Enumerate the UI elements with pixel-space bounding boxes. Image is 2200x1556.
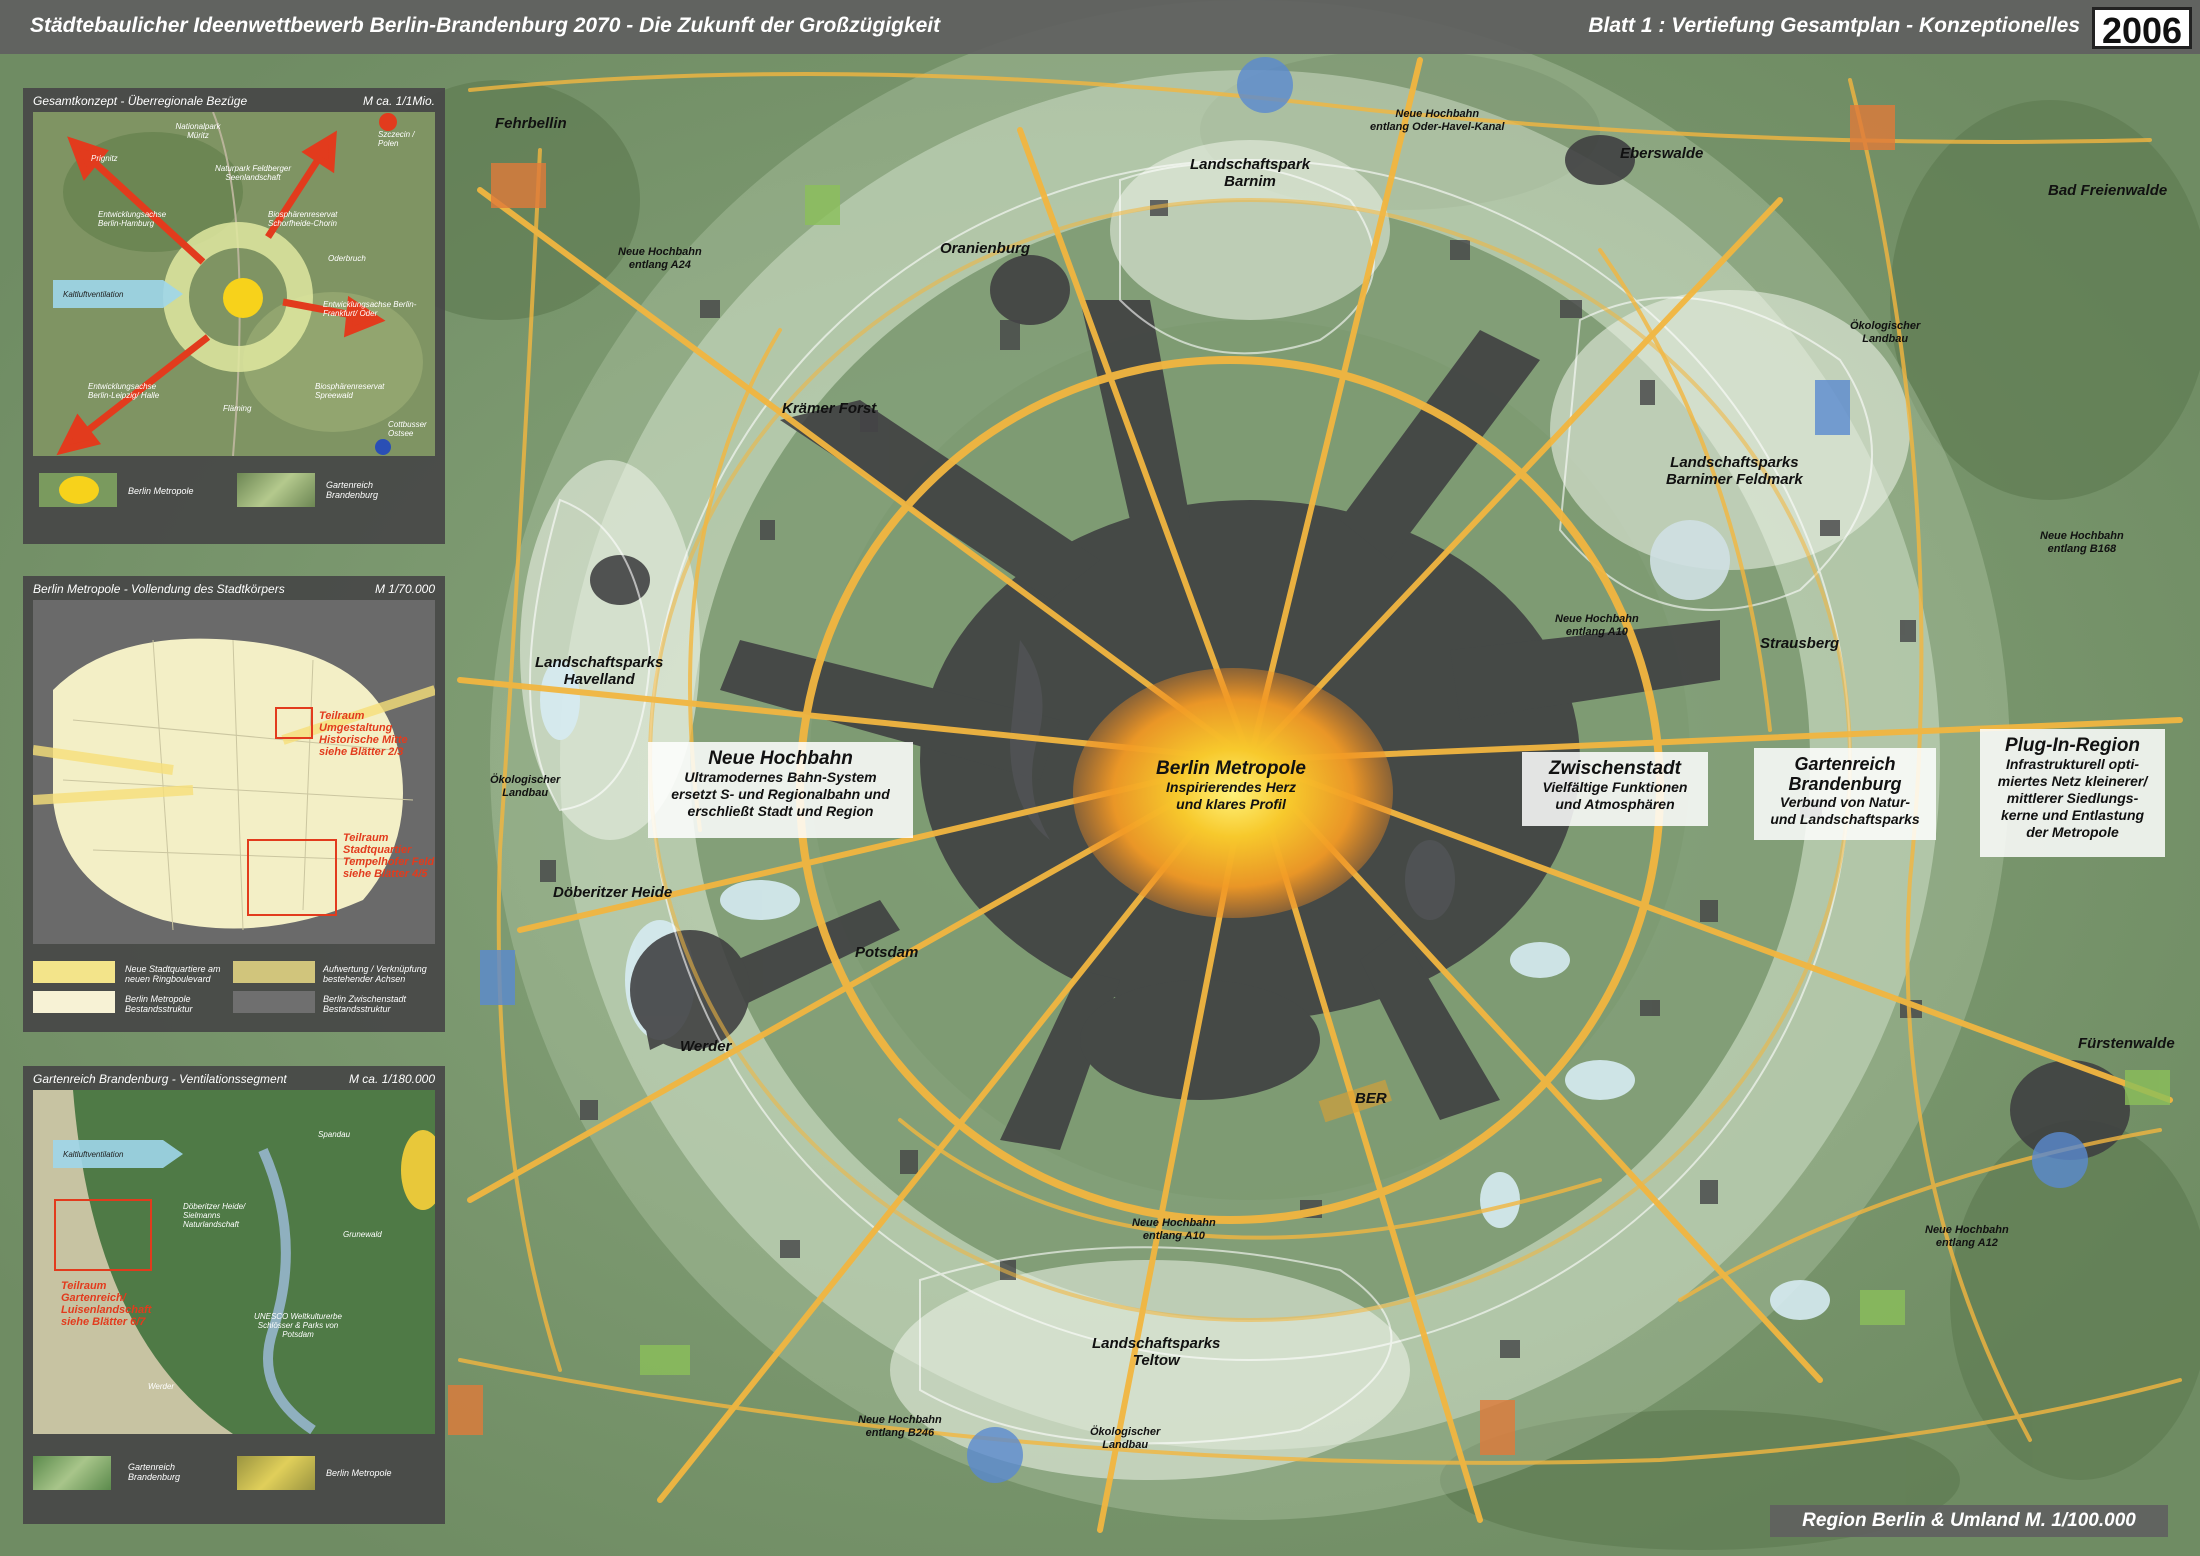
place-eberswalde: Eberswalde xyxy=(1620,145,1704,162)
legend-swatch-gartenreich xyxy=(33,1456,111,1490)
label-spreewald: Biosphärenreservat Spreewald xyxy=(315,382,385,400)
legend-swatch-neue-stadtquartiere xyxy=(33,961,115,983)
panel-gesamtkonzept: Gesamtkonzept - Überregionale Bezüge M c… xyxy=(23,88,445,544)
panel-scale: M 1/70.000 xyxy=(374,582,435,596)
label-hochbahn-b246: Neue Hochbahn entlang B246 xyxy=(858,1414,942,1439)
place-fehrbellin: Fehrbellin xyxy=(495,115,567,132)
panel-gartenreich: Gartenreich Brandenburg - Ventilationsse… xyxy=(23,1066,445,1524)
park-havelland: Landschaftsparks Havelland xyxy=(535,654,664,688)
inset-map-gesamtkonzept: Prignitz Nationalpark Müritz Naturpark F… xyxy=(33,112,435,456)
competition-title: Städtebaulicher Ideenwettbewerb Berlin-B… xyxy=(30,14,941,37)
panel-header: Gesamtkonzept - Überregionale Bezüge M c… xyxy=(33,94,435,108)
legend-swatch-metropole-bestand xyxy=(33,991,115,1013)
label-hochbahn-oder-havel: Neue Hochbahn entlang Oder-Havel-Kanal xyxy=(1370,108,1505,133)
label-hochbahn-a10-s: Neue Hochbahn entlang A10 xyxy=(1132,1217,1216,1242)
label-grunewald: Grunewald xyxy=(343,1230,382,1239)
label-hamburg: Entwicklungsachse Berlin-Hamburg xyxy=(98,210,167,228)
place-werder: Werder xyxy=(680,1038,732,1055)
label-mueritz: Nationalpark Müritz xyxy=(175,122,221,140)
panel-header: Gartenreich Brandenburg - Ventilationsse… xyxy=(33,1072,435,1086)
panel-scale: M ca. 1/180.000 xyxy=(348,1072,435,1086)
legend-swatch-zwischenstadt xyxy=(233,991,315,1013)
callout-luisenlandschaft: Teilraum Gartenreich/ Luisenlandschaft s… xyxy=(61,1280,152,1328)
label-kaltluft: Kaltluftventilation xyxy=(63,1150,124,1159)
callout-tempelhofer-feld: Teilraum Stadtquartier Tempelhofer Feld … xyxy=(343,832,435,880)
park-barnimer-feldmark: Landschaftsparks Barnimer Feldmark xyxy=(1666,454,1803,488)
legend-label-gartenreich: Gartenreich Brandenburg xyxy=(326,480,379,500)
legend-label-zwischenstadt: Berlin Zwischenstadt Bestandsstruktur xyxy=(323,994,407,1014)
place-bad-freienwalde: Bad Freienwalde xyxy=(2048,182,2168,199)
map-scale-footer: Region Berlin & Umland M. 1/100.000 xyxy=(1770,1505,2168,1537)
label-doeberitz: Döberitzer Heide/ Sielmanns Naturlandsch… xyxy=(183,1202,246,1229)
label-unesco: UNESCO Weltkulturerbe Schlösser & Parks … xyxy=(254,1312,342,1339)
label-spandau: Spandau xyxy=(318,1130,351,1139)
panel-scale: M ca. 1/1Mio. xyxy=(362,94,435,108)
park-barnim: Landschaftspark Barnim xyxy=(1190,156,1311,190)
legend-swatch-metropole xyxy=(237,1456,315,1490)
legend-label-gartenreich: Gartenreich Brandenburg xyxy=(128,1462,181,1482)
label-oeko-landbau-w: Ökologischer Landbau xyxy=(490,774,561,799)
label-feldberg: Naturpark Feldberger Seenlandschaft xyxy=(214,164,292,182)
place-kraemer-forst: Krämer Forst xyxy=(782,400,877,417)
panel-title: Gartenreich Brandenburg - Ventilationsse… xyxy=(33,1072,287,1086)
label-hochbahn-a24: Neue Hochbahn entlang A24 xyxy=(618,246,702,271)
legend-label-neue-stadtquartiere: Neue Stadtquartiere am neuen Ringboulevar… xyxy=(125,964,221,984)
panel-title: Gesamtkonzept - Überregionale Bezüge xyxy=(33,94,248,108)
place-ber: BER xyxy=(1355,1090,1387,1107)
label-hochbahn-a12: Neue Hochbahn entlang A12 xyxy=(1925,1224,2009,1249)
place-oranienburg: Oranienburg xyxy=(940,240,1031,257)
title-bar: Städtebaulicher Ideenwettbewerb Berlin-B… xyxy=(0,0,2200,54)
label-kaltluft: Kaltluftventilation xyxy=(63,290,124,299)
callout-berlin-metropole: Berlin Metropole Inspirierendes Herz und… xyxy=(1156,758,1306,812)
panel-header: Berlin Metropole - Vollendung des Stadtk… xyxy=(33,582,435,596)
place-doeberitzer-heide: Döberitzer Heide xyxy=(553,884,673,901)
place-strausberg: Strausberg xyxy=(1760,635,1840,652)
legend-swatch-gartenreich xyxy=(237,473,315,507)
label-werder: Werder xyxy=(148,1382,175,1391)
inset-map-gartenreich: Kaltluftventilation Spandau Döberitzer H… xyxy=(33,1090,435,1434)
legend-label-metropole: Berlin Metropole xyxy=(326,1468,392,1478)
label-oeko-landbau-ne: Ökologischer Landbau xyxy=(1850,320,1921,345)
label-leipzig: Entwicklungsachse Berlin-Leipzig/ Halle xyxy=(88,382,160,400)
label-schorfheide: Biosphärenreservat Schorfheide-Chorin xyxy=(268,210,338,228)
callout-gartenreich-brandenburg: Gartenreich Brandenburg Verbund von Natu… xyxy=(1754,748,1936,840)
label-cottbus: Cottbusser Ostsee xyxy=(388,420,427,438)
panel-berlin-metropole: Berlin Metropole - Vollendung des Stadtk… xyxy=(23,576,445,1032)
label-oeko-landbau-s: Ökologischer Landbau xyxy=(1090,1426,1161,1451)
label-oderbruch: Oderbruch xyxy=(328,254,366,263)
park-teltow: Landschaftsparks Teltow xyxy=(1092,1335,1221,1369)
inset-map-metropole: Teilraum Umgestaltung Historische Mitte … xyxy=(33,600,435,944)
label-frankfurt: Entwicklungsachse Berlin-Frankfurt/ Oder xyxy=(323,300,417,318)
callout-plug-in-region: Plug-In-Region Infrastrukturell opti- mi… xyxy=(1980,729,2165,857)
callout-neue-hochbahn: Neue Hochbahn Ultramodernes Bahn-System … xyxy=(648,742,913,838)
label-hochbahn-a10-ne: Neue Hochbahn entlang A10 xyxy=(1555,613,1639,638)
place-potsdam: Potsdam xyxy=(855,944,919,961)
label-szczecin: Szczecin / Polen xyxy=(378,130,415,148)
legend-label-metropole-bestand: Berlin Metropole Bestandsstruktur xyxy=(125,994,193,1014)
panel-title: Berlin Metropole - Vollendung des Stadtk… xyxy=(33,582,285,596)
year-badge: 2006 xyxy=(2092,7,2192,51)
legend-label-metropole: Berlin Metropole xyxy=(128,486,194,496)
callout-historische-mitte: Teilraum Umgestaltung Historische Mitte … xyxy=(319,710,408,758)
label-prignitz: Prignitz xyxy=(91,154,118,163)
label-flaeming: Fläming xyxy=(223,404,252,413)
legend-swatch-metropole xyxy=(39,473,117,507)
legend-swatch-aufwertung xyxy=(233,961,315,983)
callout-zwischenstadt: Zwischenstadt Vielfältige Funktionen und… xyxy=(1522,752,1708,826)
sheet-title: Blatt 1 : Vertiefung Gesamtplan - Konzep… xyxy=(1588,14,2080,37)
label-hochbahn-b168: Neue Hochbahn entlang B168 xyxy=(2040,530,2124,555)
legend-label-aufwertung: Aufwertung / Verknüpfung bestehender Achs… xyxy=(323,964,427,984)
place-fuerstenwalde: Fürstenwalde xyxy=(2078,1035,2175,1052)
